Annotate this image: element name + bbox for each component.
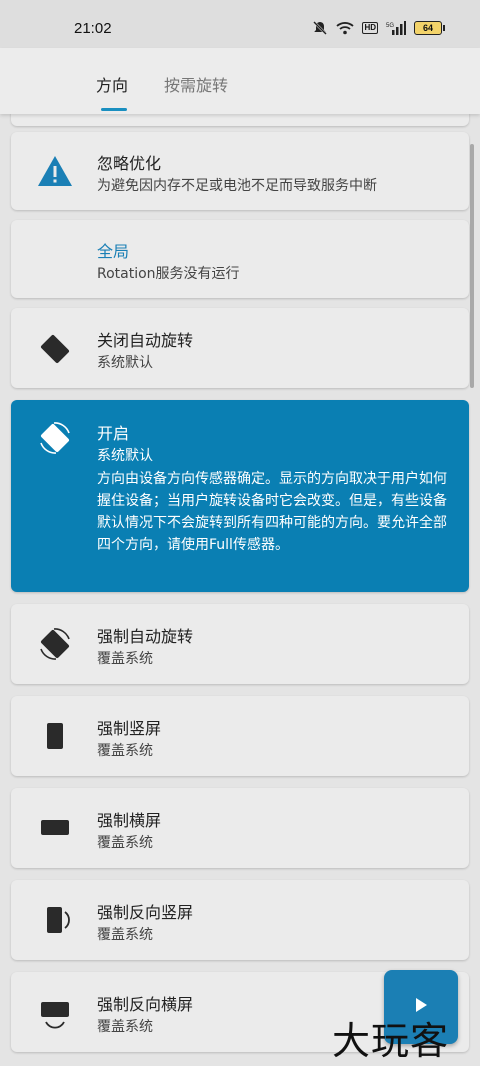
card-subtitle: 覆盖系统 xyxy=(97,1019,153,1035)
battery-icon: 64 xyxy=(414,20,445,36)
orientation-list: 忽略优化 为避免因内存不足或电池不足而导致服务中断 全局 Rotation服务没… xyxy=(0,114,480,1066)
card-subtitle: 覆盖系统 xyxy=(97,651,153,667)
card-title: 关闭自动旋转 xyxy=(97,331,194,350)
warning-icon xyxy=(33,149,77,193)
status-bar: 21:02 HD 5G 64 xyxy=(0,0,480,48)
card-title: 忽略优化 xyxy=(97,154,162,173)
card-title: 强制反向竖屏 xyxy=(97,903,194,922)
card-global[interactable]: 全局 Rotation服务没有运行 xyxy=(11,220,469,298)
card-title: 开启 xyxy=(97,424,130,443)
signal-icon: 5G xyxy=(386,20,406,36)
force-auto-rotate-icon xyxy=(33,622,77,666)
card-subtitle: 系统默认 xyxy=(97,355,153,371)
status-icons: HD 5G 64 xyxy=(312,20,445,36)
mute-icon xyxy=(312,20,328,36)
tab-rotate-on-demand[interactable]: 按需旋转 xyxy=(164,72,228,96)
portrait-icon xyxy=(33,714,77,758)
landscape-icon xyxy=(33,806,77,850)
watermark-logo: 大玩客 xyxy=(332,1019,450,1063)
card-auto-rotate-off[interactable]: 关闭自动旋转 系统默认 xyxy=(11,308,469,388)
reverse-landscape-icon xyxy=(33,990,77,1034)
hd-icon: HD xyxy=(362,22,378,34)
card-title: 强制反向横屏 xyxy=(97,995,194,1014)
card-subtitle: Rotation服务没有运行 xyxy=(97,266,240,282)
card-ignore-optimization[interactable]: 忽略优化 为避免因内存不足或电池不足而导致服务中断 xyxy=(11,132,469,210)
card-subtitle: 覆盖系统 xyxy=(97,743,153,759)
tab-orientation[interactable]: 方向 xyxy=(96,72,128,96)
card-force-auto-rotate[interactable]: 强制自动旋转 覆盖系统 xyxy=(11,604,469,684)
card-description: 方向由设备方向传感器确定。显示的方向取决于用户如何握住设备；当用户旋转设备时它会… xyxy=(97,471,447,553)
card-subtitle: 覆盖系统 xyxy=(97,835,153,851)
wifi-icon xyxy=(336,20,355,36)
scrollbar[interactable] xyxy=(470,144,474,388)
tab-bar: 方向 按需旋转 xyxy=(0,48,480,114)
card-title: 强制横屏 xyxy=(97,811,162,830)
list-item-partial xyxy=(11,114,469,126)
card-subtitle: 系统默认 xyxy=(97,448,153,464)
card-force-landscape[interactable]: 强制横屏 覆盖系统 xyxy=(11,788,469,868)
rotate-off-icon xyxy=(33,326,77,370)
reverse-portrait-icon xyxy=(33,898,77,942)
card-title: 全局 xyxy=(97,242,130,261)
card-subtitle: 覆盖系统 xyxy=(97,927,153,943)
status-time: 21:02 xyxy=(74,20,112,37)
card-auto-rotate-on[interactable]: 开启 系统默认 方向由设备方向传感器确定。显示的方向取决于用户如何握住设备；当用… xyxy=(11,400,469,592)
card-subtitle: 为避免因内存不足或电池不足而导致服务中断 xyxy=(97,178,377,194)
rotate-on-icon xyxy=(33,416,77,460)
card-title: 强制竖屏 xyxy=(97,719,162,738)
tab-indicator xyxy=(101,108,127,111)
card-title: 强制自动旋转 xyxy=(97,627,194,646)
card-force-portrait[interactable]: 强制竖屏 覆盖系统 xyxy=(11,696,469,776)
card-force-reverse-portrait[interactable]: 强制反向竖屏 覆盖系统 xyxy=(11,880,469,960)
svg-text:5G: 5G xyxy=(386,23,394,29)
